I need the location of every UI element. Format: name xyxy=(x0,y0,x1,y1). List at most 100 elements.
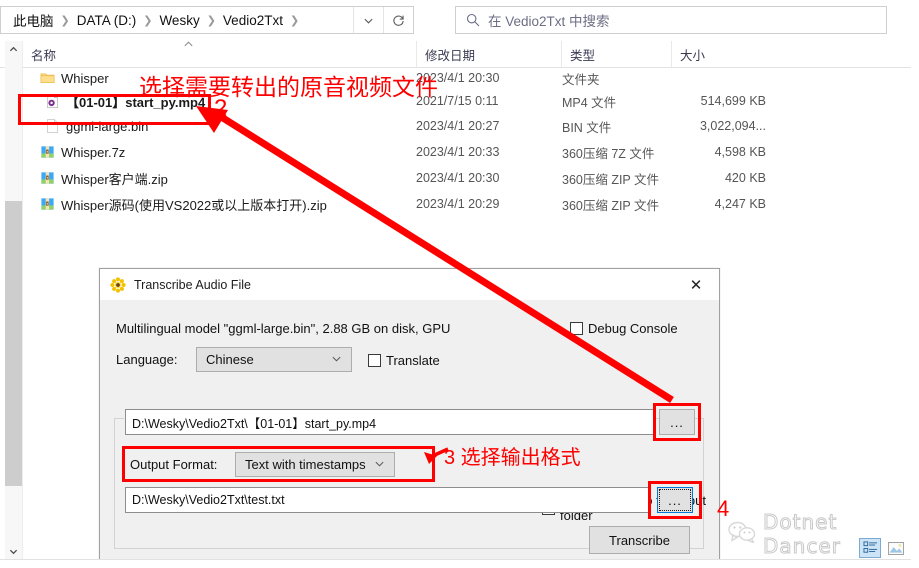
folder-icon xyxy=(40,70,55,86)
file-date-cell: 2023/4/1 20:33 xyxy=(416,145,500,159)
file-name-cell[interactable]: Whisper.7z xyxy=(40,144,125,160)
file-name-cell[interactable]: Whisper源码(使用VS2022或以上版本打开).zip xyxy=(40,195,327,214)
scroll-down-icon[interactable] xyxy=(5,543,22,560)
large-icons-view-icon[interactable] xyxy=(885,538,907,558)
column-header-row: 名称 修改日期 类型 大小 xyxy=(0,41,919,68)
translate-checkbox[interactable]: Translate xyxy=(368,353,440,368)
file-name-cell[interactable]: Whisper xyxy=(40,70,109,86)
language-select[interactable]: Chinese xyxy=(196,347,352,372)
generic-file-icon xyxy=(45,118,60,134)
breadcrumb-separator: ❯ xyxy=(289,14,300,27)
column-header-date[interactable]: 修改日期 xyxy=(416,41,561,67)
table-row[interactable]: 【01-01】start_py.mp4 2021/7/15 0:11 MP4 文… xyxy=(23,91,919,111)
file-name-label: Whisper客户端.zip xyxy=(61,171,168,187)
column-header-type-label: 类型 xyxy=(570,48,596,63)
video-file-icon xyxy=(45,93,60,109)
translate-label: Translate xyxy=(386,353,440,368)
debug-console-checkbox[interactable]: Debug Console xyxy=(570,321,678,336)
file-name-label: ggml-large.bin xyxy=(66,118,149,134)
file-type-cell: 360压缩 ZIP 文件 xyxy=(562,172,660,187)
window-bottom-edge xyxy=(0,559,919,568)
column-header-size[interactable]: 大小 xyxy=(671,41,751,67)
search-placeholder: 在 Vedio2Txt 中搜索 xyxy=(488,14,610,29)
breadcrumb-separator: ❯ xyxy=(60,14,70,27)
model-info-text: Multilingual model "ggml-large.bin", 2.8… xyxy=(116,321,451,336)
file-size-cell: 4,247 KB xyxy=(714,197,766,211)
language-label: Language: xyxy=(116,352,178,367)
refresh-icon[interactable] xyxy=(383,7,413,33)
details-view-icon[interactable] xyxy=(859,538,881,558)
archive-icon xyxy=(40,170,55,186)
column-header-name[interactable]: 名称 xyxy=(23,41,416,67)
transcribe-button[interactable]: Transcribe xyxy=(589,526,690,554)
breadcrumb-item-1[interactable]: DATA (D:) xyxy=(73,11,141,30)
column-header-size-label: 大小 xyxy=(680,48,706,63)
source-file-value: D:\Wesky\Vedio2Txt\【01-01】start_py.mp4 xyxy=(132,416,377,431)
search-icon xyxy=(466,13,480,27)
breadcrumb-item-0[interactable]: 此电脑 xyxy=(9,8,58,32)
breadcrumb-item-3[interactable]: Vedio2Txt xyxy=(219,11,287,30)
file-date-cell: 2021/7/15 0:11 xyxy=(416,94,499,108)
file-name-label: Whisper.7z xyxy=(61,144,126,160)
address-bar[interactable]: 此电脑 ❯ DATA (D:) ❯ Wesky ❯ Vedio2Txt ❯ xyxy=(0,6,414,34)
breadcrumb-item-2[interactable]: Wesky xyxy=(155,11,203,30)
address-bar-row: 此电脑 ❯ DATA (D:) ❯ Wesky ❯ Vedio2Txt ❯ 在 … xyxy=(0,0,919,42)
table-row[interactable]: Whisper客户端.zip 2023/4/1 20:30 360压缩 ZIP … xyxy=(23,168,919,188)
file-name-label: 【01-01】start_py.mp4 xyxy=(66,94,206,110)
file-name-cell[interactable]: ggml-large.bin xyxy=(45,118,148,134)
close-icon[interactable]: ✕ xyxy=(673,269,719,300)
table-row[interactable]: Whisper源码(使用VS2022或以上版本打开).zip 2023/4/1 … xyxy=(23,194,919,214)
checkbox-box xyxy=(368,354,381,367)
chevron-up-icon xyxy=(183,39,194,53)
file-name-cell[interactable]: Whisper客户端.zip xyxy=(40,169,168,188)
debug-console-label: Debug Console xyxy=(588,321,678,336)
file-name-label: Whisper源码(使用VS2022或以上版本打开).zip xyxy=(61,197,327,213)
language-value: Chinese xyxy=(206,352,254,367)
navigation-pane-scrollbar[interactable] xyxy=(5,41,23,560)
file-name-cell[interactable]: 【01-01】start_py.mp4 xyxy=(45,92,205,111)
output-file-input[interactable]: D:\Wesky\Vedio2Txt\test.txt xyxy=(125,487,649,513)
chevron-down-icon xyxy=(331,353,342,367)
file-size-cell: 3,022,094... xyxy=(699,119,766,133)
column-header-name-label: 名称 xyxy=(31,48,57,63)
search-input[interactable]: 在 Vedio2Txt 中搜索 xyxy=(455,6,887,34)
sunflower-icon xyxy=(110,276,126,293)
table-row[interactable]: Whisper.7z 2023/4/1 20:33 360压缩 7Z 文件 4,… xyxy=(23,142,919,162)
scroll-up-icon[interactable] xyxy=(5,41,22,58)
archive-icon xyxy=(40,144,55,160)
column-header-type[interactable]: 类型 xyxy=(561,41,671,67)
chevron-down-icon xyxy=(374,458,385,472)
dialog-title-bar[interactable]: Transcribe Audio File ✕ xyxy=(100,269,719,301)
file-date-cell: 2023/4/1 20:30 xyxy=(416,71,500,85)
file-type-cell: 360压缩 7Z 文件 xyxy=(562,146,655,161)
output-file-value: D:\Wesky\Vedio2Txt\test.txt xyxy=(132,493,285,507)
archive-icon xyxy=(40,196,55,212)
dialog-title: Transcribe Audio File xyxy=(134,277,251,292)
file-date-cell: 2023/4/1 20:29 xyxy=(416,197,500,211)
file-type-cell: BIN 文件 xyxy=(562,120,612,135)
column-header-date-label: 修改日期 xyxy=(425,48,476,63)
breadcrumb-separator: ❯ xyxy=(206,14,216,27)
scrollbar-thumb[interactable] xyxy=(5,201,22,486)
file-type-cell: 360压缩 ZIP 文件 xyxy=(562,198,660,213)
file-name-label: Whisper xyxy=(61,70,109,86)
file-date-cell: 2023/4/1 20:27 xyxy=(416,119,500,133)
file-type-cell: 文件夹 xyxy=(562,72,600,87)
breadcrumb: 此电脑 ❯ DATA (D:) ❯ Wesky ❯ Vedio2Txt ❯ xyxy=(1,8,353,32)
file-date-cell: 2023/4/1 20:30 xyxy=(416,171,500,185)
window-right-edge xyxy=(911,0,919,568)
breadcrumb-separator: ❯ xyxy=(143,14,153,27)
screen-root: 此电脑 ❯ DATA (D:) ❯ Wesky ❯ Vedio2Txt ❯ 在 … xyxy=(0,0,919,568)
source-file-input[interactable]: D:\Wesky\Vedio2Txt\【01-01】start_py.mp4 xyxy=(125,409,655,435)
browse-output-button[interactable]: ... xyxy=(657,487,693,513)
table-row[interactable]: ggml-large.bin 2023/4/1 20:27 BIN 文件 3,0… xyxy=(23,116,919,136)
output-format-label: Output Format: xyxy=(130,457,218,472)
file-size-cell: 420 KB xyxy=(724,171,766,185)
table-row[interactable]: Whisper 2023/4/1 20:30 文件夹 xyxy=(23,68,919,88)
output-format-select[interactable]: Text with timestamps xyxy=(235,452,395,477)
output-format-value: Text with timestamps xyxy=(245,457,366,472)
chevron-down-icon[interactable] xyxy=(353,7,383,33)
browse-source-button[interactable]: ... xyxy=(659,409,695,435)
file-size-cell: 514,699 KB xyxy=(700,94,766,108)
file-size-cell: 4,598 KB xyxy=(714,145,766,159)
